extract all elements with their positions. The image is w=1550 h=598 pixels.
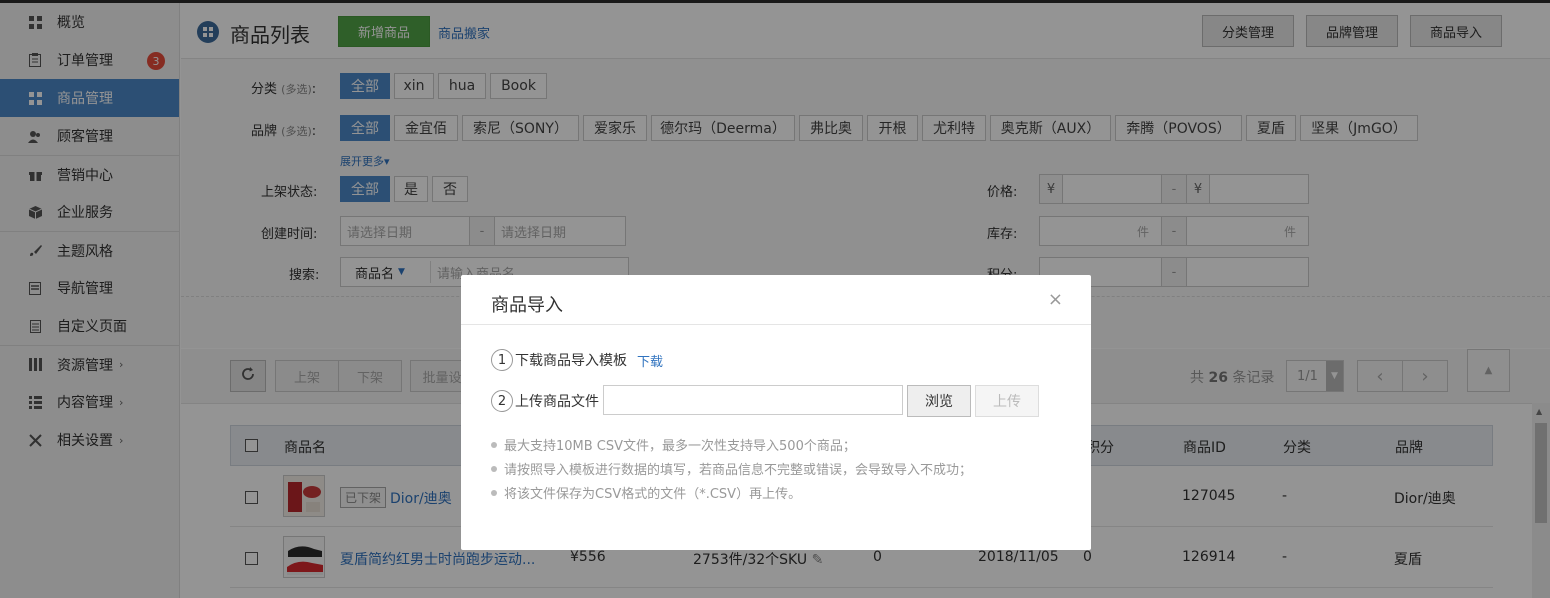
step-number: 1 bbox=[491, 349, 513, 371]
step-number: 2 bbox=[491, 390, 513, 412]
bullet-icon bbox=[491, 489, 497, 496]
import-dialog: 商品导入 × 1 下载商品导入模板 下载 2 上传商品文件 浏览 上传 最大支持… bbox=[461, 275, 1091, 550]
note-item: 请按照导入模板进行数据的填写，若商品信息不完整或错误，会导致导入不成功； bbox=[491, 459, 972, 478]
download-template-link[interactable]: 下载 bbox=[637, 351, 663, 370]
upload-button[interactable]: 上传 bbox=[975, 385, 1039, 417]
note-item: 最大支持10MB CSV文件，最多一次性支持导入500个商品； bbox=[491, 435, 856, 454]
browse-button[interactable]: 浏览 bbox=[907, 385, 971, 417]
bullet-icon bbox=[491, 465, 497, 472]
step-download-label: 下载商品导入模板 bbox=[515, 353, 627, 369]
dialog-divider bbox=[461, 324, 1091, 325]
note-item: 将该文件保存为CSV格式的文件（*.CSV）再上传。 bbox=[491, 483, 801, 502]
bullet-icon bbox=[491, 441, 497, 448]
dialog-title: 商品导入 bbox=[491, 295, 563, 316]
file-path-input[interactable] bbox=[603, 385, 903, 415]
close-icon[interactable]: × bbox=[1048, 289, 1063, 310]
step-upload-label: 上传商品文件 bbox=[515, 394, 599, 410]
